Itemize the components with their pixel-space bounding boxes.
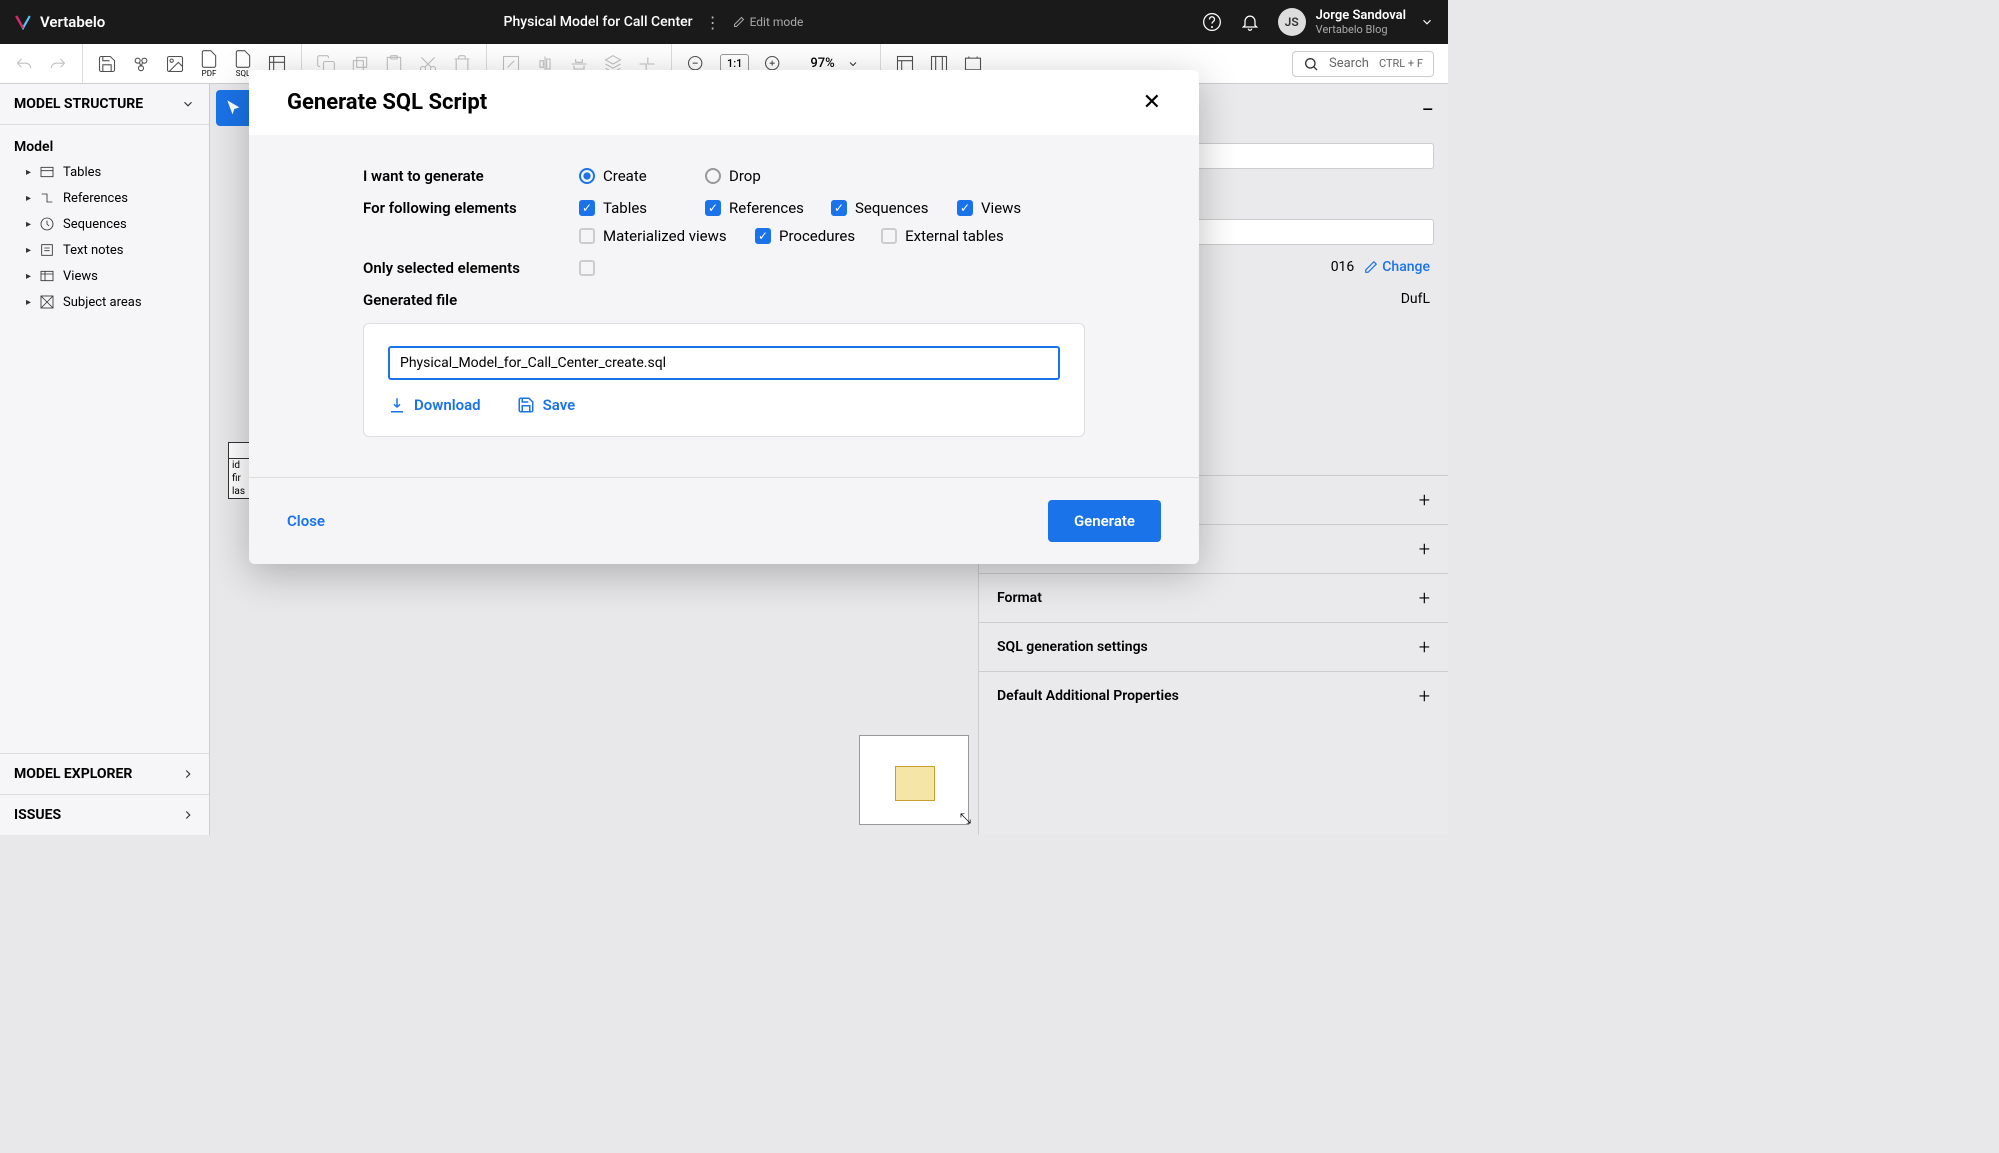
label-elements: For following elements xyxy=(363,199,579,217)
check-references[interactable]: ✓References xyxy=(705,199,805,217)
close-icon[interactable]: ✕ xyxy=(1143,90,1161,115)
radio-icon xyxy=(705,168,721,184)
save-action[interactable]: Save xyxy=(517,396,576,414)
check-only-selected[interactable] xyxy=(579,260,595,276)
check-procedures[interactable]: ✓Procedures xyxy=(755,227,855,245)
download-icon xyxy=(388,396,406,414)
modal-overlay: Generate SQL Script ✕ I want to generate… xyxy=(0,0,1448,835)
save-icon xyxy=(517,396,535,414)
checkbox-icon: ✓ xyxy=(755,228,771,244)
radio-drop[interactable]: Drop xyxy=(705,167,805,185)
label-generated-file: Generated file xyxy=(363,291,1085,309)
checkbox-icon: ✓ xyxy=(579,200,595,216)
check-views[interactable]: ✓Views xyxy=(957,199,1027,217)
checkbox-icon: ✓ xyxy=(957,200,973,216)
checkbox-icon xyxy=(881,228,897,244)
checkbox-icon: ✓ xyxy=(831,200,847,216)
generate-button[interactable]: Generate xyxy=(1048,500,1161,542)
modal-title: Generate SQL Script xyxy=(287,90,487,115)
check-sequences[interactable]: ✓Sequences xyxy=(831,199,931,217)
check-matviews[interactable]: Materialized views xyxy=(579,227,729,245)
checkbox-icon xyxy=(579,228,595,244)
file-panel: Download Save xyxy=(363,323,1085,437)
download-action[interactable]: Download xyxy=(388,396,481,414)
check-tables[interactable]: ✓Tables xyxy=(579,199,679,217)
label-selected: Only selected elements xyxy=(363,259,579,277)
radio-icon xyxy=(579,168,595,184)
generate-sql-modal: Generate SQL Script ✕ I want to generate… xyxy=(249,70,1199,564)
checkbox-icon: ✓ xyxy=(705,200,721,216)
check-exttables[interactable]: External tables xyxy=(881,227,1011,245)
close-button[interactable]: Close xyxy=(287,512,325,530)
label-generate: I want to generate xyxy=(363,167,579,185)
radio-create[interactable]: Create xyxy=(579,167,679,185)
filename-input[interactable] xyxy=(388,346,1060,380)
